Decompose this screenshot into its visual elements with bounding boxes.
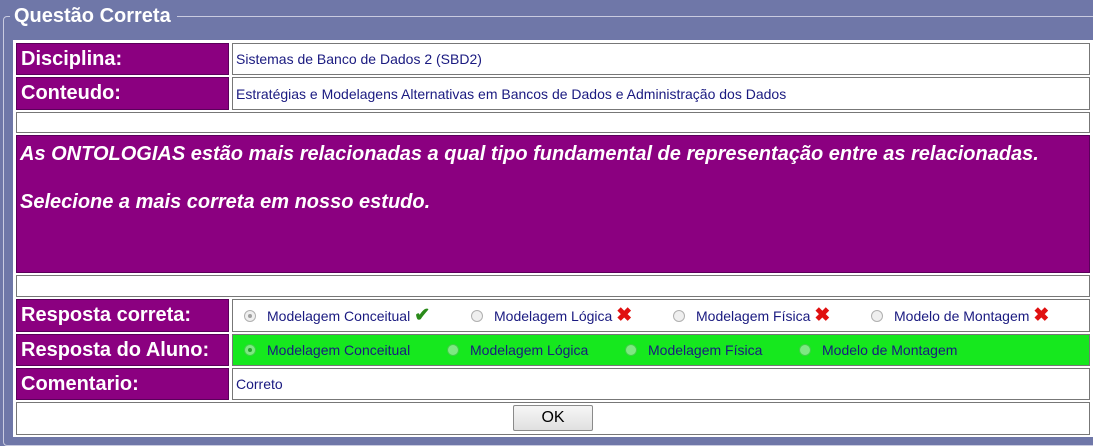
blank-cell bbox=[16, 112, 1090, 133]
radio-button[interactable] bbox=[799, 344, 811, 356]
option-label: Modelo de Montagem bbox=[894, 307, 1030, 324]
conteudo-label: Conteudo: bbox=[16, 77, 229, 110]
resposta-aluno-row: Resposta do Aluno: Modelagem Conceitual … bbox=[16, 334, 1090, 366]
comentario-label: Comentario: bbox=[16, 368, 229, 400]
student-option-1[interactable]: Modelagem Conceitual bbox=[244, 335, 410, 365]
radio-button[interactable] bbox=[673, 309, 685, 322]
button-row: OK bbox=[16, 402, 1090, 435]
comentario-value: Correto bbox=[232, 368, 1090, 400]
radio-button[interactable] bbox=[447, 344, 459, 356]
blank-cell bbox=[16, 275, 1090, 297]
resposta-aluno-label: Resposta do Aluno: bbox=[16, 334, 229, 366]
radio-button[interactable] bbox=[471, 309, 483, 322]
radio-button[interactable] bbox=[244, 344, 256, 356]
question-panel: Disciplina: Sistemas de Banco de Dados 2… bbox=[13, 40, 1093, 437]
radio-button[interactable] bbox=[871, 309, 883, 322]
resposta-correta-label: Resposta correta: bbox=[16, 299, 229, 332]
correct-option-4[interactable]: Modelo de Montagem ✖ bbox=[871, 300, 1049, 331]
disciplina-value: Sistemas de Banco de Dados 2 (SBD2) bbox=[232, 43, 1090, 75]
cross-icon: ✖ bbox=[1033, 305, 1050, 326]
option-label: Modelagem Conceitual bbox=[267, 342, 411, 358]
option-label: Modelagem Lógica bbox=[470, 342, 589, 358]
question-line-1: As ONTOLOGIAS estão mais relacionadas a … bbox=[20, 143, 1039, 165]
radio-button[interactable] bbox=[244, 309, 256, 322]
question-row: As ONTOLOGIAS estão mais relacionadas a … bbox=[16, 135, 1090, 273]
disciplina-row: Disciplina: Sistemas de Banco de Dados 2… bbox=[16, 43, 1090, 75]
option-label: Modelagem Conceitual bbox=[267, 307, 411, 324]
conteudo-row: Conteudo: Estratégias e Modelagens Alter… bbox=[16, 77, 1090, 110]
student-option-4[interactable]: Modelo de Montagem bbox=[799, 335, 957, 365]
disciplina-label: Disciplina: bbox=[16, 43, 229, 75]
correct-option-1[interactable]: Modelagem Conceitual ✔ bbox=[244, 300, 430, 331]
student-option-2[interactable]: Modelagem Lógica bbox=[447, 335, 588, 365]
question-line-2: Selecione a mais correta em nosso estudo… bbox=[20, 191, 431, 213]
conteudo-value: Estratégias e Modelagens Alternativas em… bbox=[232, 77, 1090, 110]
student-option-3[interactable]: Modelagem Física bbox=[625, 335, 762, 365]
ok-button[interactable]: OK bbox=[513, 405, 593, 431]
spacer-row-bottom bbox=[16, 275, 1090, 297]
comentario-row: Comentario: Correto bbox=[16, 368, 1090, 400]
resposta-aluno-options: Modelagem Conceitual Modelagem Lógica Mo… bbox=[232, 334, 1090, 366]
correct-option-2[interactable]: Modelagem Lógica ✖ bbox=[471, 300, 632, 331]
resposta-correta-row: Resposta correta: Modelagem Conceitual ✔… bbox=[16, 299, 1090, 332]
cross-icon: ✖ bbox=[616, 305, 633, 326]
question-text: As ONTOLOGIAS estão mais relacionadas a … bbox=[16, 135, 1090, 273]
correct-option-3[interactable]: Modelagem Física ✖ bbox=[673, 300, 830, 331]
fieldset-title: Questão Correta bbox=[10, 4, 177, 28]
option-label: Modelagem Lógica bbox=[494, 307, 613, 324]
option-label: Modelagem Física bbox=[696, 307, 811, 324]
check-icon: ✔ bbox=[414, 305, 431, 326]
option-label: Modelo de Montagem bbox=[822, 342, 958, 358]
option-label: Modelagem Física bbox=[648, 342, 763, 358]
spacer-row-top bbox=[16, 112, 1090, 133]
cross-icon: ✖ bbox=[814, 305, 831, 326]
resposta-correta-options: Modelagem Conceitual ✔ Modelagem Lógica … bbox=[232, 299, 1090, 332]
radio-button[interactable] bbox=[625, 344, 637, 356]
